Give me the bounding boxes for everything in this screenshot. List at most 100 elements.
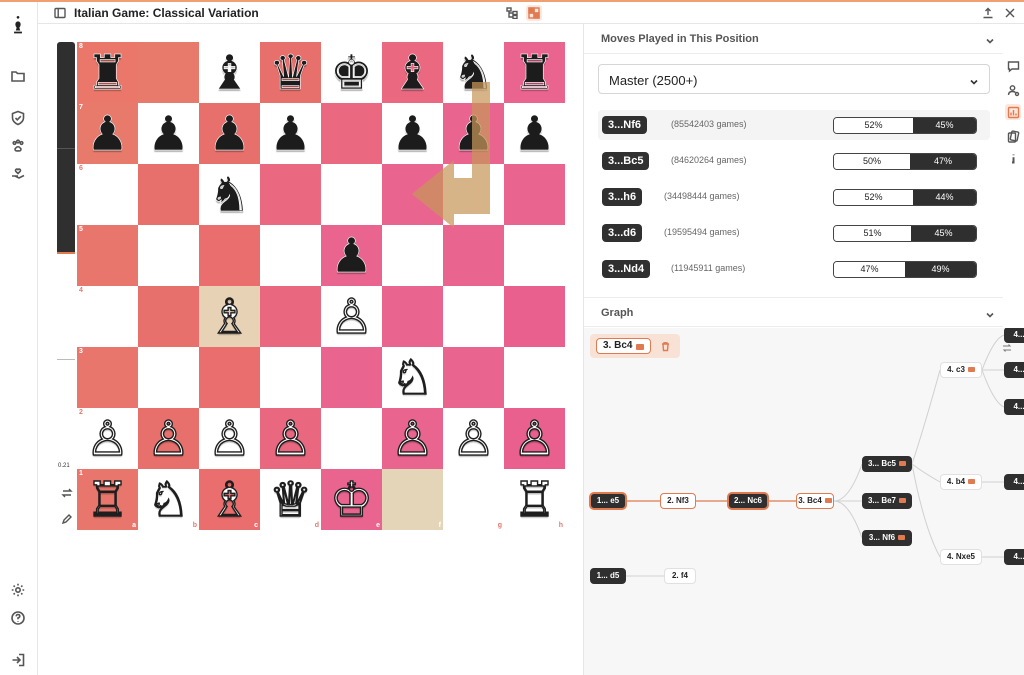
white-piece[interactable]: ♗: [207, 475, 251, 524]
black-piece[interactable]: ♝: [208, 48, 252, 97]
white-piece[interactable]: ♖: [512, 475, 556, 524]
square-b7[interactable]: ♟: [138, 103, 199, 164]
square-a5[interactable]: 5: [77, 225, 138, 286]
square-h6[interactable]: [504, 164, 565, 225]
move-badge[interactable]: 3...d6: [602, 224, 643, 242]
square-c7[interactable]: ♟: [199, 103, 260, 164]
square-g7[interactable]: ♟: [443, 103, 504, 164]
square-g8[interactable]: ♞: [443, 42, 504, 103]
folder-icon[interactable]: [8, 66, 28, 86]
move-row[interactable]: 3...h6 (34498444 games) 52% 44%: [598, 182, 990, 212]
square-b8[interactable]: [138, 42, 199, 103]
move-row[interactable]: 3...Nf6 (85542403 games) 52% 45%: [598, 110, 990, 140]
square-e1[interactable]: e ♔: [321, 469, 382, 530]
square-d8[interactable]: ♛: [260, 42, 321, 103]
white-piece[interactable]: ♔: [329, 475, 373, 524]
black-piece[interactable]: ♜: [513, 48, 557, 97]
white-piece[interactable]: ♕: [268, 475, 312, 524]
square-a2[interactable]: 2 ♙: [77, 408, 138, 469]
square-d7[interactable]: ♟: [260, 103, 321, 164]
square-e7[interactable]: [321, 103, 382, 164]
chess-bishop-logo-icon[interactable]: [8, 16, 28, 36]
square-d5[interactable]: [260, 225, 321, 286]
square-h4[interactable]: [504, 286, 565, 347]
square-h2[interactable]: ♙: [504, 408, 565, 469]
info-icon[interactable]: [1005, 150, 1021, 166]
square-b2[interactable]: ♙: [138, 408, 199, 469]
chevron-down-icon[interactable]: [985, 307, 997, 319]
chevron-down-icon[interactable]: [985, 33, 997, 45]
white-piece[interactable]: ♖: [85, 475, 129, 524]
square-d2[interactable]: ♙: [260, 408, 321, 469]
square-f2[interactable]: ♙: [382, 408, 443, 469]
square-d6[interactable]: [260, 164, 321, 225]
square-d1[interactable]: d ♕: [260, 469, 321, 530]
graph-node[interactable]: 2. f4: [664, 568, 696, 584]
square-c2[interactable]: ♙: [199, 408, 260, 469]
flip-board-icon[interactable]: [60, 486, 74, 500]
black-piece[interactable]: ♜: [86, 48, 130, 97]
settings-gear-icon[interactable]: [8, 580, 28, 600]
square-f6[interactable]: [382, 164, 443, 225]
square-f4[interactable]: [382, 286, 443, 347]
white-piece[interactable]: ♙: [390, 414, 434, 463]
graph-node[interactable]: 4. c3: [940, 362, 982, 378]
square-f1[interactable]: f: [382, 469, 443, 530]
black-piece[interactable]: ♞: [208, 170, 252, 219]
black-piece[interactable]: ♟: [86, 109, 130, 158]
white-piece[interactable]: ♘: [146, 475, 190, 524]
square-c8[interactable]: ♝: [199, 42, 260, 103]
graph-section-header[interactable]: Graph: [584, 297, 1003, 327]
logout-icon[interactable]: [8, 650, 28, 670]
square-c4[interactable]: ♗: [199, 286, 260, 347]
square-e5[interactable]: ♟: [321, 225, 382, 286]
square-e3[interactable]: [321, 347, 382, 408]
graph-node[interactable]: 4. b4: [940, 474, 982, 490]
square-c1[interactable]: c ♗: [199, 469, 260, 530]
white-piece[interactable]: ♙: [329, 292, 373, 341]
move-badge[interactable]: 3...Nd4: [602, 260, 651, 278]
white-piece[interactable]: ♙: [85, 414, 129, 463]
help-circle-icon[interactable]: [8, 608, 28, 628]
black-piece[interactable]: ♚: [330, 48, 374, 97]
square-a8[interactable]: 8 ♜: [77, 42, 138, 103]
square-e6[interactable]: [321, 164, 382, 225]
white-piece[interactable]: ♙: [451, 414, 495, 463]
square-b1[interactable]: b ♘: [138, 469, 199, 530]
square-e8[interactable]: ♚: [321, 42, 382, 103]
square-g5[interactable]: [443, 225, 504, 286]
white-piece[interactable]: ♙: [146, 414, 190, 463]
square-a1[interactable]: 1 a ♖: [77, 469, 138, 530]
graph-node[interactable]: 1... d5: [590, 568, 626, 584]
sidebar-toggle-icon[interactable]: [52, 5, 68, 21]
black-piece[interactable]: ♝: [391, 48, 435, 97]
square-h7[interactable]: ♟: [504, 103, 565, 164]
square-h5[interactable]: [504, 225, 565, 286]
graph-node[interactable]: 3. Bc4: [796, 493, 834, 509]
graph-node[interactable]: 4. Nxe5: [940, 549, 982, 565]
black-piece[interactable]: ♟: [391, 109, 435, 158]
move-row[interactable]: 3...Bc5 (84620264 games) 50% 47%: [598, 146, 990, 176]
graph-node[interactable]: 1... e5: [590, 493, 626, 509]
square-g3[interactable]: [443, 347, 504, 408]
board-view-icon[interactable]: [526, 5, 542, 21]
user-settings-icon[interactable]: [1005, 82, 1021, 98]
edit-board-icon[interactable]: [60, 512, 74, 526]
variation-graph[interactable]: 3. Bc4 1... e5 2. Nf3 2... Nc6 3. Bc4 3.…: [584, 328, 1024, 675]
square-h8[interactable]: ♜: [504, 42, 565, 103]
comment-icon[interactable]: [1005, 58, 1021, 74]
square-c3[interactable]: [199, 347, 260, 408]
square-d3[interactable]: [260, 347, 321, 408]
bar-chart-icon[interactable]: [1005, 104, 1021, 120]
graph-node[interactable]: 3... Nf6: [862, 530, 912, 546]
black-piece[interactable]: ♟: [330, 231, 374, 280]
square-e2[interactable]: [321, 408, 382, 469]
close-icon[interactable]: [1002, 5, 1018, 21]
square-c6[interactable]: ♞: [199, 164, 260, 225]
move-badge[interactable]: 3...Bc5: [602, 152, 650, 170]
square-f7[interactable]: ♟: [382, 103, 443, 164]
square-b3[interactable]: [138, 347, 199, 408]
square-e4[interactable]: ♙: [321, 286, 382, 347]
chess-board[interactable]: 8 ♜ ♝ ♛ ♚ ♝ ♞ ♜ 7 ♟ ♟ ♟ ♟ ♟ ♟ ♟ 6 ♞ 5 ♟ 4 ♗ ♙ 3 ♘ 2 ♙ ♙ ♙ ♙ ♙ ♙ ♙ 1 a ♖ b ♘ c ♗…: [77, 42, 565, 530]
graph-node[interactable]: 2. Nf3: [660, 493, 696, 509]
